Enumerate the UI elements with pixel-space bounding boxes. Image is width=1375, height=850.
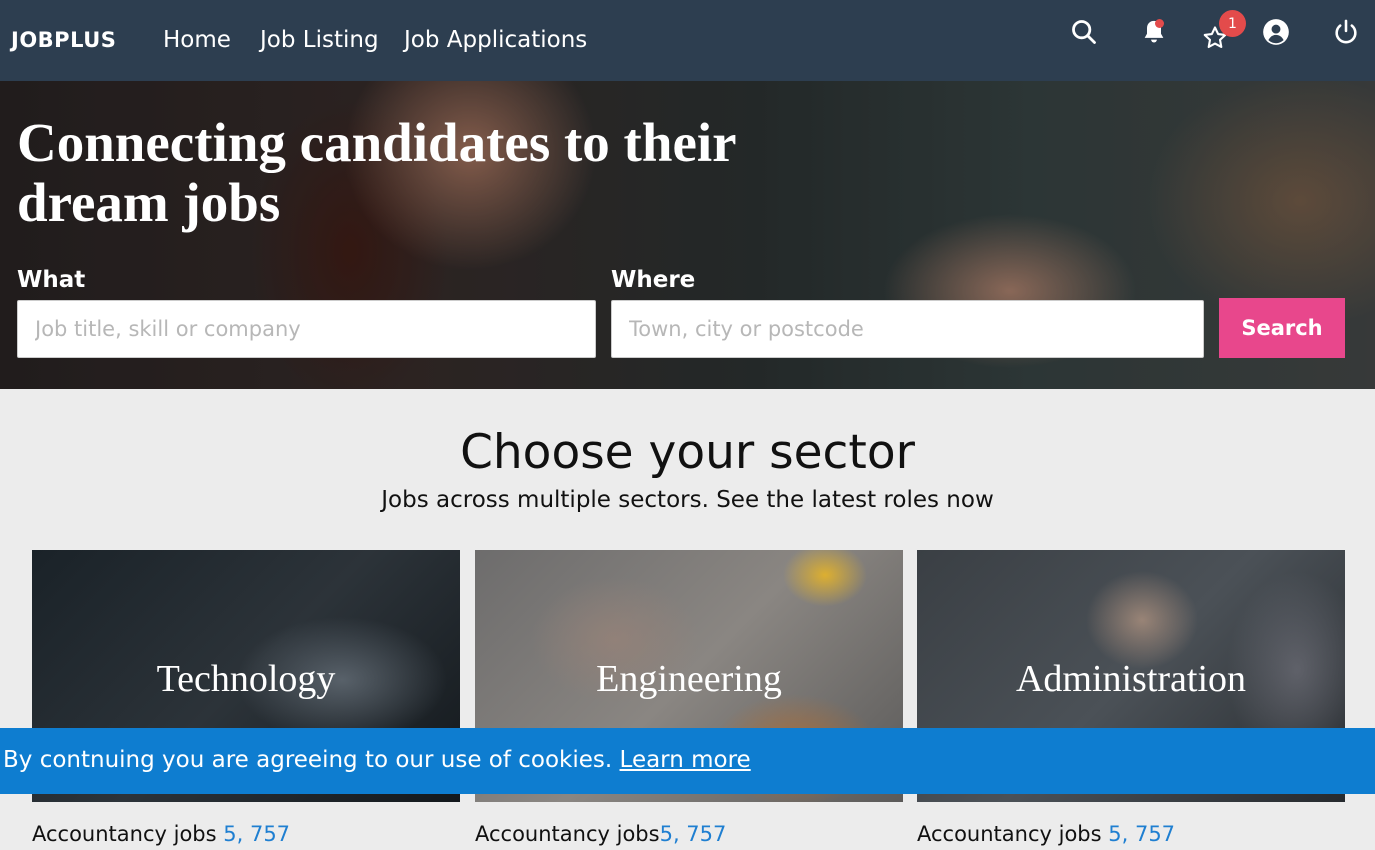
where-label: Where: [611, 267, 696, 293]
what-label: What: [17, 267, 86, 293]
job-count-link[interactable]: 5, 757: [660, 822, 727, 846]
sector-card-name: Technology: [156, 658, 336, 700]
what-input[interactable]: [17, 300, 596, 358]
sector-job-count: Accountancy jobs 5, 757: [32, 822, 290, 846]
job-count-label: Accountancy jobs: [917, 822, 1109, 846]
favorites-badge: 1: [1219, 10, 1246, 37]
sector-job-count: Accountancy jobs5, 757: [475, 822, 726, 846]
sector-subtitle: Jobs across multiple sectors. See the la…: [381, 487, 994, 513]
hero-title: Connecting candidates to their dream job…: [17, 112, 736, 233]
power-logout-icon[interactable]: [1330, 16, 1362, 48]
job-count-link[interactable]: 5, 757: [223, 822, 290, 846]
brand-logo[interactable]: JOBPLUS: [11, 28, 116, 52]
where-input[interactable]: [611, 300, 1204, 358]
job-count-label: Accountancy jobs: [475, 822, 660, 846]
nav-home[interactable]: Home: [163, 27, 231, 53]
nav-job-listing[interactable]: Job Listing: [260, 27, 379, 53]
search-icon[interactable]: [1068, 16, 1100, 48]
user-account-icon[interactable]: [1260, 16, 1292, 48]
hero-banner: Connecting candidates to their dream job…: [0, 81, 1375, 389]
sector-card-name: Administration: [1015, 658, 1247, 700]
nav-job-applications[interactable]: Job Applications: [404, 27, 587, 53]
sector-card-name: Engineering: [596, 658, 782, 700]
cookie-learn-more-link[interactable]: Learn more: [620, 747, 751, 773]
cookie-text: By contnuing you are agreeing to our use…: [3, 747, 620, 773]
sector-title: Choose your sector: [460, 425, 915, 480]
job-count-label: Accountancy jobs: [32, 822, 224, 846]
notification-dot: [1155, 19, 1164, 28]
notifications-bell-icon[interactable]: [1138, 16, 1170, 48]
cookie-banner: By contnuing you are agreeing to our use…: [0, 728, 1375, 794]
job-count-link[interactable]: 5, 757: [1108, 822, 1175, 846]
top-navbar: JOBPLUS Home Job Listing Job Application…: [0, 0, 1375, 81]
sector-job-count: Accountancy jobs 5, 757: [917, 822, 1175, 846]
search-button[interactable]: Search: [1219, 298, 1345, 358]
